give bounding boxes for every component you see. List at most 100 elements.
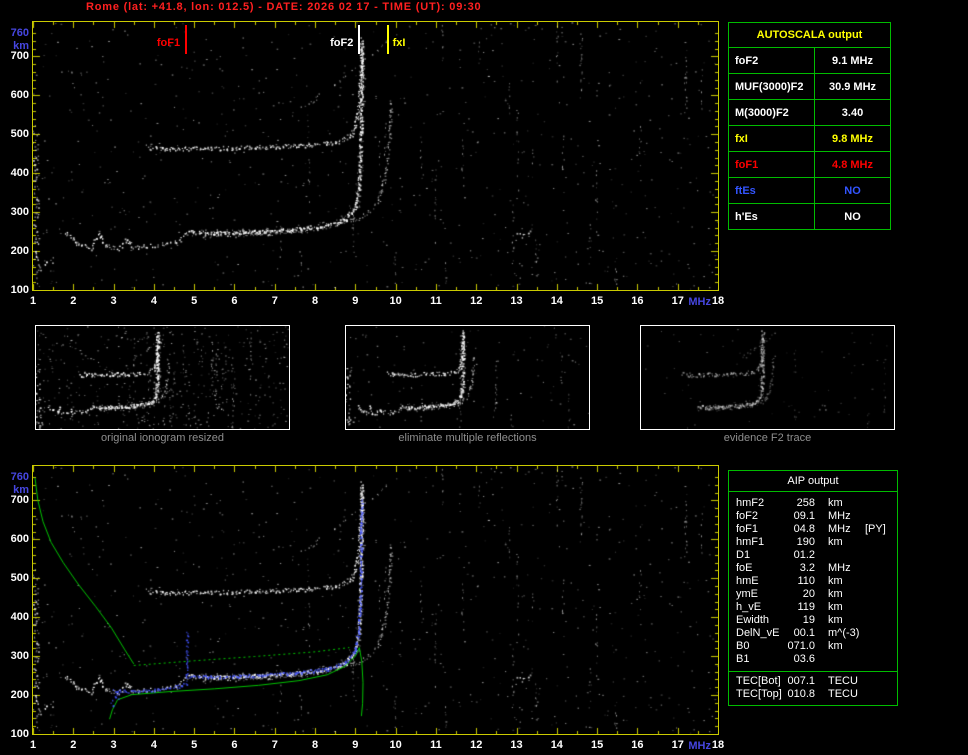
x-axis-unit-label: MHz — [688, 740, 712, 752]
aip-param-unit: km — [828, 640, 843, 652]
autoscala-param-name: h'Es — [728, 203, 815, 230]
y-axis-tick-label: 300 — [10, 206, 29, 219]
autoscala-param-name: ftEs — [728, 177, 815, 204]
aip-param-name: TEC[Bot] — [736, 675, 781, 687]
aip-row: B1 03.6 — [729, 653, 897, 666]
autoscala-param-name: foF2 — [728, 47, 815, 74]
y-axis-tick-label: 100 — [10, 728, 29, 740]
x-axis-tick-label: 18 — [711, 739, 725, 751]
aip-table-title: AIP output — [729, 471, 897, 492]
x-axis-tick-label: 3 — [110, 295, 117, 307]
y-axis-tick-label: 300 — [10, 650, 29, 663]
autoscala-output-table: AUTOSCALA output foF2 9.1 MHz MUF(3000)F2 3… — [728, 22, 891, 230]
aip-tec-row: TEC[Bot] 007.1 TECU — [729, 675, 897, 688]
x-axis-tick-label: 15 — [590, 295, 604, 307]
x-axis-tick-label: 8 — [311, 739, 319, 751]
x-axis-tick-label: 1 — [29, 739, 37, 751]
x-axis-tick-label: 10 — [389, 295, 402, 307]
aip-row: h_vE 119 km — [729, 601, 897, 614]
x-axis-tick-label: 12 — [470, 295, 483, 307]
x-axis-tick-label: 9 — [352, 739, 359, 751]
aip-param-unit: km — [828, 536, 843, 548]
aip-param-value: 007.1 — [787, 675, 815, 687]
autoscala-param-value: NO — [814, 177, 891, 204]
y-axis-unit-label: km — [13, 484, 29, 496]
x-axis-tick-label: 6 — [231, 295, 238, 307]
y-axis-tick-label: 760 — [10, 27, 29, 39]
autoscala-row: foF1 4.8 MHz — [728, 151, 891, 178]
autoscala-param-value: 3.40 — [814, 99, 891, 126]
x-axis-tick-label: 14 — [550, 295, 563, 307]
thumbnail-cleaned-canvas — [346, 326, 589, 429]
x-axis-tick-label: 4 — [150, 295, 157, 307]
autoscala-app-screen: Rome (lat: +41.8, lon: 012.5) - DATE: 20… — [0, 0, 968, 755]
autoscala-param-value: 30.9 MHz — [814, 73, 891, 100]
x-axis-tick-label: 7 — [271, 295, 278, 307]
aip-param-name: Ewidth — [736, 614, 770, 626]
autoscala-param-value: 4.8 MHz — [814, 151, 891, 178]
autoscala-row: foF2 9.1 MHz — [728, 47, 891, 74]
aip-param-value: 01.2 — [793, 549, 815, 561]
aip-row: hmF2 258 km — [729, 497, 897, 510]
aip-param-flag: [PY] — [865, 523, 886, 535]
aip-param-name: foF2 — [736, 510, 759, 522]
y-axis-tick-label: 400 — [10, 167, 29, 180]
aip-param-unit: TECU — [828, 675, 858, 687]
x-axis-tick-label: 4 — [150, 739, 157, 751]
autoscala-param-name: M(3000)F2 — [728, 99, 815, 126]
y-axis-tick-label: 600 — [10, 89, 29, 102]
aip-param-unit: MHz — [828, 562, 851, 574]
aip-row: D1 01.2 — [729, 549, 897, 562]
aip-parameter-rows: hmF2 258 km foF2 09.1 MHz foF1 04.8 MHz [PY] hmF1 1… — [729, 492, 897, 668]
x-axis-tick-label: 13 — [510, 739, 523, 751]
aip-param-value: 190 — [796, 536, 815, 548]
autoscala-row: M(3000)F2 3.40 — [728, 99, 891, 126]
station-date-header: Rome (lat: +41.8, lon: 012.5) - DATE: 20… — [86, 1, 482, 13]
autoscala-row: ftEs NO — [728, 177, 891, 204]
x-axis-tick-label: 15 — [590, 739, 604, 751]
aip-param-unit: m^(-3) — [828, 627, 860, 639]
aip-param-name: B0 — [736, 640, 750, 652]
aip-tec-rows: TEC[Bot] 007.1 TECU TEC[Top] 010.8 TECU — [729, 671, 897, 705]
x-axis-tick-label: 14 — [550, 739, 563, 751]
aip-param-unit — [815, 549, 859, 562]
aip-param-unit: MHz — [828, 523, 851, 535]
thumbnail-original-canvas — [36, 326, 289, 429]
aip-row: hmF1 190 km — [729, 536, 897, 549]
x-axis-tick-label: 17 — [671, 739, 684, 751]
aip-param-unit: km — [828, 497, 843, 509]
aip-row: foF1 04.8 MHz [PY] — [729, 523, 897, 536]
aip-param-value: 110 — [797, 575, 815, 587]
autoscala-param-value: 9.8 MHz — [814, 125, 891, 152]
x-axis-tick-label: 6 — [231, 739, 238, 751]
aip-row: foF2 09.1 MHz — [729, 510, 897, 523]
aip-param-value: 119 — [797, 601, 815, 613]
profile-ionogram-plot — [32, 465, 719, 735]
y-axis-tick-label: 200 — [10, 689, 29, 702]
y-axis-tick-label: 100 — [10, 284, 29, 296]
y-axis-tick-label: 700 — [10, 494, 29, 507]
aip-param-value: 071.0 — [787, 640, 815, 652]
y-axis-tick-label: 600 — [10, 533, 29, 546]
aip-param-value: 258 — [796, 497, 815, 509]
aip-param-name: hmF2 — [736, 497, 765, 509]
autoscala-header-row: AUTOSCALA output — [728, 22, 891, 48]
aip-param-name: h_vE — [736, 601, 762, 613]
aip-param-name: TEC[Top] — [736, 688, 782, 700]
autoscala-param-name: foF1 — [728, 151, 815, 178]
aip-row: ymE 20 km — [729, 588, 897, 601]
aip-param-value: 00.1 — [793, 627, 815, 639]
thumbnail-f2-canvas — [641, 326, 894, 429]
aip-param-value: 19 — [802, 614, 815, 626]
aip-param-unit: MHz — [828, 510, 851, 522]
x-axis-tick-label: 11 — [430, 739, 442, 751]
aip-param-value: 010.8 — [787, 688, 815, 700]
x-axis-tick-label: 5 — [191, 739, 198, 751]
x-axis-tick-label: 10 — [389, 739, 402, 751]
y-axis-tick-label: 400 — [10, 611, 29, 624]
x-axis-tick-label: 8 — [311, 295, 319, 307]
x-axis-tick-label: 5 — [191, 295, 198, 307]
x-axis-tick-label: 3 — [110, 739, 117, 751]
thumbnail-f2-trace — [640, 325, 895, 430]
aip-row: hmE 110 km — [729, 575, 897, 588]
